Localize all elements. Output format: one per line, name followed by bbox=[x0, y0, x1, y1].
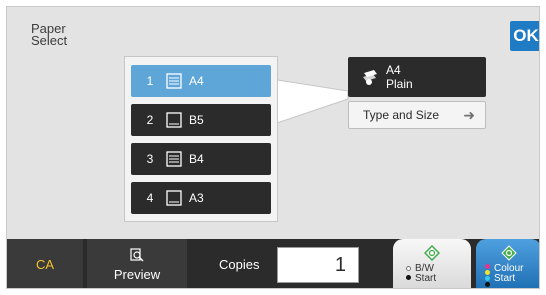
copies-input[interactable]: 1 bbox=[277, 247, 359, 283]
bw-start-button[interactable]: B/W Start bbox=[393, 239, 471, 288]
bottom-action-bar: CA Preview Copies 1 B/W Start Colour Sta… bbox=[7, 239, 539, 288]
preview-icon bbox=[130, 247, 144, 262]
tray-size: B5 bbox=[189, 113, 204, 127]
magenta-dot-icon bbox=[485, 264, 490, 269]
paper-tray-icon bbox=[363, 70, 377, 85]
type-and-size-label: Type and Size bbox=[363, 108, 440, 122]
media-size: A4 bbox=[386, 63, 401, 77]
start-diamond-icon bbox=[501, 245, 517, 261]
tray-4-button[interactable]: 4 A3 bbox=[131, 182, 271, 214]
paper-select-screen: Paper Select OK 1 A4 2 B5 3 B4 4 A3 A4 P… bbox=[6, 6, 540, 289]
type-and-size-button[interactable]: Type and Size ➜ bbox=[348, 101, 486, 129]
ca-button[interactable]: CA bbox=[7, 239, 83, 288]
tray-number: 4 bbox=[146, 191, 154, 205]
yellow-dot-icon bbox=[485, 270, 490, 275]
cyan-dot-icon bbox=[485, 276, 490, 281]
tray-size: A4 bbox=[189, 74, 204, 88]
colour-start-button[interactable]: Colour Start bbox=[476, 239, 539, 288]
copies-label: Copies bbox=[219, 257, 260, 272]
start-diamond-icon bbox=[424, 245, 440, 261]
tray-number: 2 bbox=[146, 113, 154, 127]
white-dot-icon bbox=[406, 266, 411, 271]
tray-3-button[interactable]: 3 B4 bbox=[131, 143, 271, 175]
tray-size: B4 bbox=[189, 152, 204, 166]
arrow-right-icon: ➜ bbox=[463, 106, 475, 123]
colour-start-label: Colour Start bbox=[494, 263, 524, 284]
empty-tray-icon bbox=[166, 112, 182, 128]
stacked-paper-icon bbox=[166, 151, 182, 167]
media-type: Plain bbox=[386, 77, 413, 91]
tray-size: A3 bbox=[189, 191, 204, 205]
empty-tray-icon bbox=[166, 190, 182, 206]
tray-number: 3 bbox=[146, 152, 154, 166]
black-dot-icon bbox=[406, 275, 411, 280]
stacked-paper-icon bbox=[166, 73, 182, 89]
preview-button[interactable]: Preview bbox=[87, 239, 187, 288]
tray-number: 1 bbox=[146, 74, 154, 88]
bw-start-label: B/W Start bbox=[415, 263, 437, 284]
tray-1-button[interactable]: 1 A4 bbox=[131, 65, 271, 97]
preview-label: Preview bbox=[113, 266, 161, 282]
tray-list: 1 A4 2 B5 3 B4 4 A3 bbox=[124, 56, 278, 222]
tray-2-button[interactable]: 2 B5 bbox=[131, 104, 271, 136]
selected-media-display[interactable]: A4 Plain bbox=[348, 57, 486, 97]
black-dot-icon bbox=[485, 282, 490, 287]
